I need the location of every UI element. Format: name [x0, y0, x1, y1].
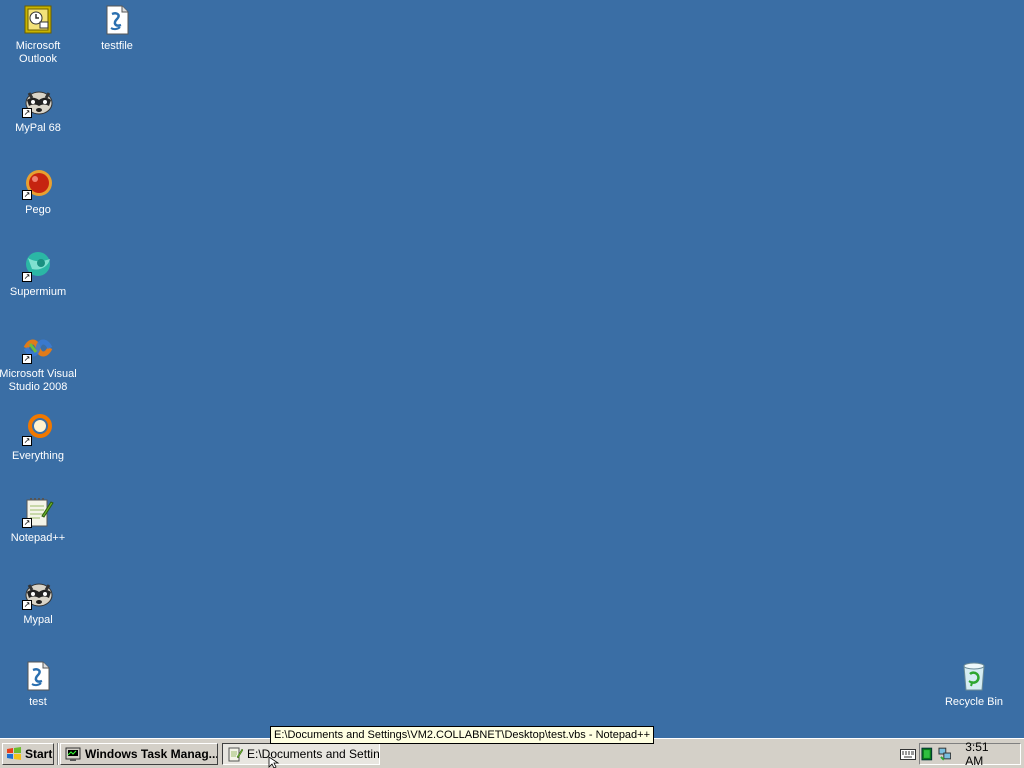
outlook-icon: [22, 4, 54, 36]
mypal-raccoon-icon: ↗: [22, 578, 54, 610]
start-label: Start: [25, 747, 53, 761]
windows-logo-icon: [7, 747, 21, 760]
shortcut-arrow-icon: ↗: [22, 600, 32, 610]
desktop-icon-label: Microsoft Outlook: [15, 40, 61, 65]
desktop[interactable]: Microsoft Outlook testfile ↗ MyPal 68 ↗ …: [0, 0, 1024, 738]
recycle-bin-icon: [958, 660, 990, 692]
shortcut-arrow-icon: ↗: [22, 354, 32, 364]
desktop-icon-notepadpp[interactable]: ↗ Notepad++: [0, 496, 76, 566]
shortcut-arrow-icon: ↗: [22, 518, 32, 528]
clock[interactable]: 3:51 AM: [965, 740, 1008, 768]
pego-ball-icon: ↗: [22, 168, 54, 200]
green-status-icon[interactable]: [920, 747, 934, 761]
system-tray: 3:51 AM: [919, 740, 1021, 768]
visual-studio-icon: ↗: [22, 332, 54, 364]
desktop-icon-visual-studio-2008[interactable]: ↗ Microsoft Visual Studio 2008: [0, 332, 77, 402]
desktop-icon-test[interactable]: test: [0, 660, 76, 730]
task-label: Windows Task Manag...: [85, 747, 218, 761]
notepadpp-icon: ↗: [22, 496, 54, 528]
desktop-icon-label: testfile: [101, 40, 133, 52]
taskbar-button-notepadpp[interactable]: E:\Documents and Settin...: [222, 743, 380, 765]
desktop-icon-supermium[interactable]: ↗ Supermium: [0, 250, 76, 320]
mouse-cursor-icon: [268, 757, 280, 768]
desktop-icon-everything[interactable]: ↗ Everything: [0, 414, 76, 484]
desktop-icon-label: test: [29, 696, 47, 708]
taskbar-separator: [57, 743, 59, 765]
notepadpp-icon: [228, 747, 243, 762]
shortcut-arrow-icon: ↗: [22, 190, 32, 200]
vbs-script-icon: [22, 660, 54, 692]
desktop-icon-label: Pego: [25, 204, 51, 216]
shortcut-arrow-icon: ↗: [22, 108, 32, 118]
desktop-icon-label: Microsoft Visual Studio 2008: [0, 368, 77, 393]
desktop-icon-label: MyPal 68: [15, 122, 61, 134]
desktop-icon-label: Everything: [12, 450, 64, 462]
start-button[interactable]: Start: [2, 743, 54, 765]
task-manager-icon: [65, 747, 81, 761]
desktop-icon-pego[interactable]: ↗ Pego: [0, 168, 76, 238]
network-icon[interactable]: [938, 747, 952, 761]
desktop-icon-label: Mypal: [23, 614, 53, 626]
mypal-raccoon-icon: ↗: [22, 86, 54, 118]
desktop-icon-testfile[interactable]: testfile: [79, 4, 155, 74]
supermium-icon: ↗: [22, 250, 54, 282]
desktop-icon-outlook[interactable]: Microsoft Outlook: [0, 4, 76, 74]
keyboard-icon[interactable]: [900, 748, 916, 760]
shortcut-arrow-icon: ↗: [22, 272, 32, 282]
taskbar-tooltip: E:\Documents and Settings\VM2.COLLABNET\…: [270, 726, 655, 744]
desktop-icon-recycle-bin[interactable]: Recycle Bin: [936, 660, 1012, 730]
task-label: E:\Documents and Settin...: [247, 747, 380, 761]
everything-search-icon: ↗: [22, 414, 54, 446]
shortcut-arrow-icon: ↗: [22, 436, 32, 446]
vbs-script-icon: [101, 4, 133, 36]
taskbar-button-task-manager[interactable]: Windows Task Manag...: [60, 743, 218, 765]
desktop-icon-label: Recycle Bin: [944, 696, 1004, 708]
desktop-icon-label: Supermium: [9, 286, 67, 298]
desktop-icon-label: Notepad++: [10, 532, 66, 544]
desktop-icon-mypal[interactable]: ↗ Mypal: [0, 578, 76, 648]
desktop-icon-mypal-68[interactable]: ↗ MyPal 68: [0, 86, 76, 156]
